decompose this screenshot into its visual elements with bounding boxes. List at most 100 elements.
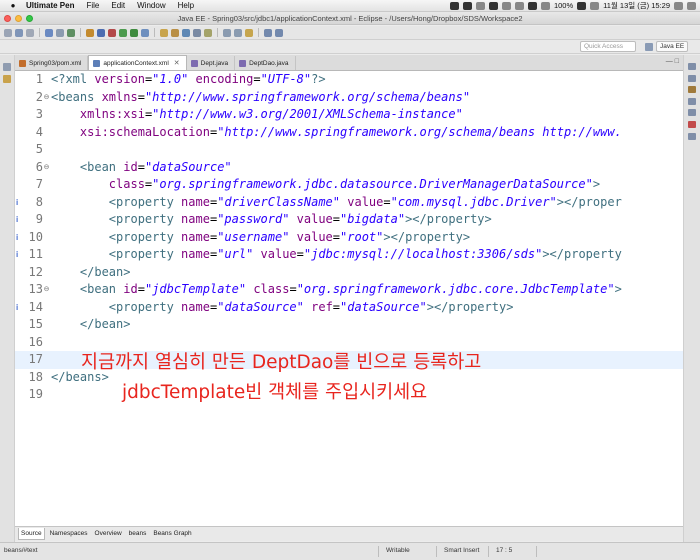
status-path: beans/#text xyxy=(4,547,38,554)
new-java-project-icon[interactable] xyxy=(160,28,168,37)
fold-collapse-icon[interactable]: ⊖ xyxy=(43,89,50,107)
menu-help[interactable]: Help xyxy=(172,1,200,10)
wifi-icon[interactable] xyxy=(527,1,537,10)
tray-app-icon[interactable] xyxy=(449,1,459,10)
annotation-next-icon[interactable] xyxy=(223,28,231,37)
code-text[interactable]: xsi:schemaLocation="http://www.springfra… xyxy=(51,124,622,142)
code-line: i 9 <property name="password" value="big… xyxy=(15,211,683,229)
code-text[interactable]: <property name="driverClassName" value="… xyxy=(51,194,622,212)
tray-g-icon[interactable] xyxy=(488,1,498,10)
tab-overview[interactable]: Overview xyxy=(93,528,124,540)
line-number: 3 xyxy=(35,107,43,121)
code-text[interactable]: xmlns:xsi="http://www.w3.org/2001/XMLSch… xyxy=(51,106,463,124)
apple-icon[interactable]: ● xyxy=(6,1,20,10)
open-file-icon[interactable] xyxy=(193,28,201,37)
code-text[interactable]: <property name="url" value="jdbc:mysql:/… xyxy=(51,246,622,264)
screen: ● Ultimate Pen File Edit Window Help 100… xyxy=(0,0,700,560)
annotation-prev-icon[interactable] xyxy=(234,28,242,37)
back-icon[interactable] xyxy=(264,28,272,37)
code-text[interactable]: <?xml version="1.0" encoding="UTF-8"?> xyxy=(51,71,326,89)
restore-view-icon[interactable] xyxy=(3,63,11,71)
open-task-icon[interactable] xyxy=(67,28,75,37)
code-text[interactable]: <bean id="dataSource" xyxy=(51,159,232,177)
code-text[interactable]: <beans xmlns="http://www.springframework… xyxy=(51,89,470,107)
build-icon[interactable] xyxy=(86,28,94,37)
code-text[interactable]: </bean> xyxy=(51,264,131,282)
new-icon[interactable] xyxy=(4,28,12,37)
tab-source[interactable]: Source xyxy=(18,528,45,540)
run-last-icon[interactable] xyxy=(130,28,138,37)
console-icon[interactable] xyxy=(688,133,696,140)
menu-clock[interactable]: 11월 13일 (금) 15:29 xyxy=(603,0,670,11)
forward-icon[interactable] xyxy=(275,28,283,37)
spring-xml-icon xyxy=(93,59,101,67)
properties-icon[interactable] xyxy=(688,109,696,116)
volume-icon[interactable] xyxy=(540,1,550,10)
tab-namespaces[interactable]: Namespaces xyxy=(48,528,90,540)
menu-app[interactable]: Ultimate Pen xyxy=(20,1,80,10)
code-text[interactable]: class="org.springframework.jdbc.datasour… xyxy=(51,176,600,194)
pin-editor-icon[interactable] xyxy=(245,28,253,37)
minimize-window-icon[interactable] xyxy=(15,15,22,22)
fold-collapse-icon[interactable]: ⊖ xyxy=(43,159,50,177)
tab-beans-graph[interactable]: Beans Graph xyxy=(151,528,193,540)
task-list-icon[interactable] xyxy=(688,86,696,93)
package-explorer-icon[interactable] xyxy=(3,75,11,83)
xml-editor[interactable]: 1 <?xml version="1.0" encoding="UTF-8"?>… xyxy=(15,71,683,526)
left-trim-bar xyxy=(0,55,15,542)
run-icon[interactable] xyxy=(119,28,127,37)
tray-up-icon[interactable] xyxy=(475,1,485,10)
tab-pom-xml[interactable]: Spring03/pom.xml xyxy=(15,56,89,70)
tab-applicationcontext-xml[interactable]: applicationContext.xml ✕ xyxy=(88,55,187,70)
bluetooth-icon[interactable] xyxy=(514,1,524,10)
close-window-icon[interactable] xyxy=(4,15,11,22)
tab-deptdao-java[interactable]: DeptDao.java xyxy=(235,56,296,70)
new-package-icon[interactable] xyxy=(171,28,179,37)
toolbar-separator xyxy=(39,28,40,37)
code-text[interactable]: <property name="password" value="bigdata… xyxy=(51,211,492,229)
menu-file[interactable]: File xyxy=(80,1,105,10)
restore-right-icon[interactable] xyxy=(688,63,696,70)
code-text[interactable]: <bean id="jdbcTemplate" class="org.sprin… xyxy=(51,281,622,299)
perspective-java-ee[interactable]: Java EE xyxy=(656,41,689,52)
window-title: Java EE - Spring03/src/jdbc1/application… xyxy=(177,13,523,23)
spotlight-icon[interactable] xyxy=(674,1,683,10)
markers-icon[interactable] xyxy=(688,98,696,105)
code-text[interactable]: </bean> xyxy=(51,316,131,334)
outline-icon[interactable] xyxy=(688,75,696,82)
minimize-maximize-icon[interactable]: —□ xyxy=(666,58,681,65)
code-text[interactable]: <property name="username" value="root"><… xyxy=(51,229,470,247)
tab-dept-java[interactable]: Dept.java xyxy=(187,56,236,70)
new-class-icon[interactable] xyxy=(182,28,190,37)
line-number: 9 xyxy=(35,212,43,226)
stop-icon[interactable] xyxy=(108,28,116,37)
tab-label: Spring03/pom.xml xyxy=(29,59,82,67)
debug-icon[interactable] xyxy=(97,28,105,37)
menu-window[interactable]: Window xyxy=(131,1,171,10)
search-icon[interactable] xyxy=(204,28,212,37)
status-insert-mode[interactable]: Smart Insert xyxy=(444,547,479,554)
problems-icon[interactable] xyxy=(688,121,696,128)
coverage-icon[interactable] xyxy=(141,28,149,37)
quick-access-input[interactable]: Quick Access xyxy=(580,41,636,52)
line-number: 5 xyxy=(35,142,43,156)
open-type-icon[interactable] xyxy=(45,28,53,37)
open-perspective-icon[interactable] xyxy=(645,43,653,51)
fold-collapse-icon[interactable]: ⊖ xyxy=(43,281,50,299)
status-separator xyxy=(378,546,379,557)
code-text[interactable]: <property name="dataSource" ref="dataSou… xyxy=(51,299,514,317)
battery-icon[interactable] xyxy=(577,1,587,10)
zoom-window-icon[interactable] xyxy=(26,15,33,22)
notification-center-icon[interactable] xyxy=(687,1,696,10)
menu-edit[interactable]: Edit xyxy=(105,1,131,10)
tab-beans[interactable]: beans xyxy=(127,528,149,540)
save-all-icon[interactable] xyxy=(26,28,34,37)
servers-icon[interactable] xyxy=(56,28,64,37)
close-tab-icon[interactable]: ✕ xyxy=(174,59,180,67)
time-machine-icon[interactable] xyxy=(501,1,511,10)
tray-x-icon[interactable] xyxy=(462,1,472,10)
input-source-icon[interactable] xyxy=(590,1,600,10)
save-icon[interactable] xyxy=(15,28,23,37)
status-separator xyxy=(536,546,537,557)
code-line: 7 class="org.springframework.jdbc.dataso… xyxy=(15,176,683,194)
